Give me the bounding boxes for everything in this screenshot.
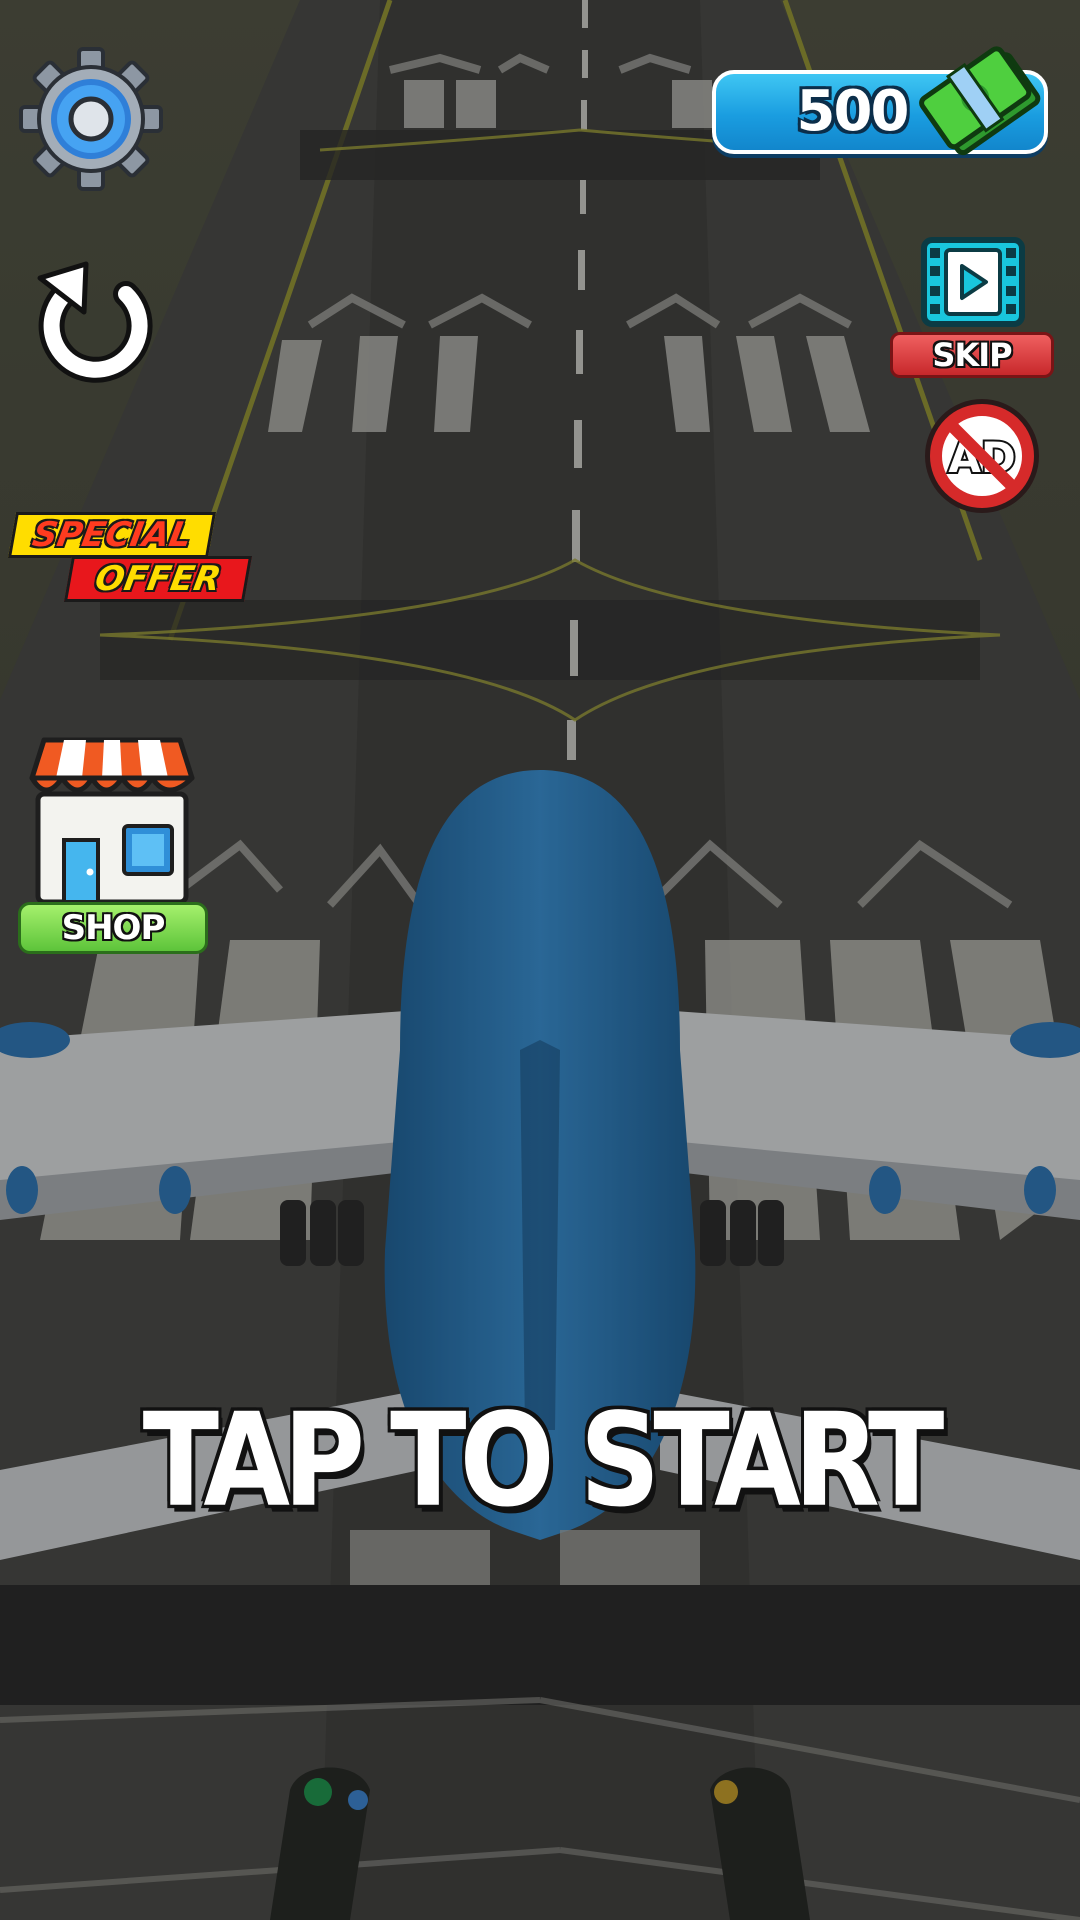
no-ads-button[interactable]: AD [922,396,1042,516]
store-icon [29,737,195,904]
special-offer-line2: OFFER [63,556,253,602]
restart-icon [37,261,153,383]
shop-label: SHOP [18,902,208,954]
shop-button[interactable]: SHOP [18,734,208,956]
skip-label: SKIP [890,332,1054,378]
restart-button[interactable] [30,260,156,386]
cash-stack-icon [918,36,1046,172]
skip-button[interactable]: SKIP [890,236,1054,382]
gear-icon [19,47,163,191]
special-offer-line1: SPECIAL [7,512,217,558]
settings-button[interactable] [18,46,164,192]
video-film-icon [921,237,1025,327]
tap-to-start-prompt[interactable]: TAP TO START [140,1386,945,1536]
no-ads-icon: AD [925,399,1039,513]
special-offer-button[interactable]: SPECIAL OFFER [7,510,253,606]
